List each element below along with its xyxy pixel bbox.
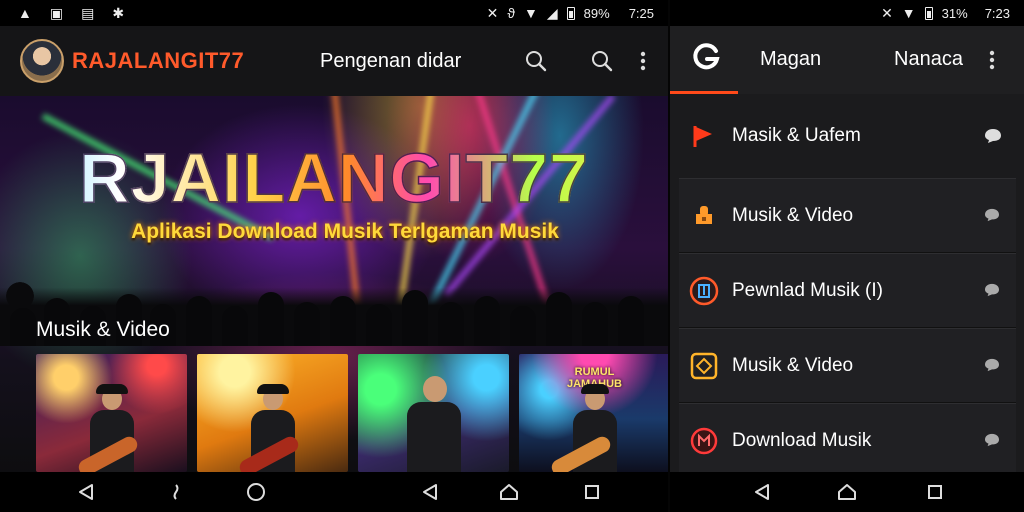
app-bar-title: Pengenan didar (320, 49, 462, 72)
more-vert-icon[interactable] (627, 45, 659, 77)
menu-item-label: Musik & Video (732, 204, 854, 226)
video-thumbnail-row: RUMUL JAMAHUB (36, 354, 668, 472)
video-thumbnail[interactable] (197, 354, 348, 472)
menu-item[interactable]: Musik & Video (679, 328, 1016, 403)
hero-title: RJAILANGIT77 (0, 138, 668, 218)
menu-item[interactable]: Masik & Uafem (670, 94, 1024, 178)
chat-icon[interactable] (984, 433, 1002, 449)
status-clock: 7:25 (628, 5, 654, 21)
battery-icon (566, 6, 575, 20)
tab-magan[interactable]: Magan (760, 48, 821, 71)
battery-icon (924, 6, 933, 20)
section-title: Musik & Video (36, 318, 170, 341)
video-thumbnail[interactable] (36, 354, 187, 472)
search-icon[interactable] (586, 45, 618, 77)
menu-item[interactable]: Download Musik (679, 403, 1016, 478)
back-icon[interactable] (418, 480, 442, 504)
music-circle-icon (689, 426, 719, 456)
menu-item[interactable]: Musik & Video (679, 178, 1016, 253)
audio-icon (689, 201, 719, 231)
battery-percent: 89% (583, 5, 610, 21)
tab-nanaca[interactable]: Nanaca (894, 48, 963, 71)
video-thumbnail[interactable] (358, 354, 509, 472)
chat-icon[interactable] (984, 358, 1002, 374)
back-icon[interactable] (74, 480, 98, 504)
home-icon[interactable] (497, 480, 521, 504)
left-phone-screen: ▲ ▣ ▤ ✱ ✕ ϑ ▼ ◢ 89% 7:25 RAJALANGIT77 Pe… (0, 0, 668, 512)
app-logo-icon[interactable] (692, 42, 722, 72)
mute-icon: ✕ (881, 5, 893, 21)
flag-icon (688, 121, 718, 151)
app-bar: Magan Nanaca (670, 26, 1024, 94)
music-box-icon (689, 351, 719, 381)
mute-icon: ✕ (486, 5, 499, 21)
menu-item-label: Download Musik (732, 429, 872, 451)
menu-item-label: Pewnlad Musik (I) (732, 279, 883, 301)
alert-icon: ▲ (18, 5, 32, 21)
app-bar: RAJALANGIT77 Pengenan didar (0, 26, 668, 96)
download-icon (689, 276, 719, 306)
home-icon[interactable] (244, 480, 268, 504)
right-phone-screen: ✕ ▼ 31% 7:23 Magan Nanaca Masik & Uafem (670, 0, 1024, 512)
overview-icon[interactable] (580, 480, 604, 504)
menu-item-label: Musik & Video (732, 354, 854, 376)
status-bar: ▲ ▣ ▤ ✱ ✕ ϑ ▼ ◢ 89% 7:25 (0, 0, 668, 26)
search-icon[interactable] (520, 45, 552, 77)
menu-item[interactable]: Pewnlad Musik (I) (679, 253, 1016, 328)
nfc-icon: ϑ (507, 5, 516, 21)
avatar[interactable] (20, 39, 64, 83)
video-thumbnail[interactable]: RUMUL JAMAHUB (519, 354, 668, 472)
signal-icon: ◢ (546, 5, 558, 21)
hero-subtitle: Aplikasi Download Musik Terlgaman Musik (131, 220, 559, 243)
gallery-icon: ▤ (81, 5, 95, 21)
more-vert-icon[interactable] (976, 44, 1008, 76)
chat-icon[interactable] (984, 128, 1002, 144)
image-icon: ▣ (49, 5, 64, 21)
brand-name: RAJALANGIT77 (72, 48, 245, 73)
navigation-bar (670, 472, 1024, 512)
chat-icon[interactable] (984, 283, 1002, 299)
menu-list: Masik & Uafem Musik & Video Pewnlad Musi… (670, 94, 1024, 478)
wifi-icon: ▼ (901, 5, 916, 21)
hero-banner[interactable]: RJAILANGIT77 Aplikasi Download Musik Ter… (0, 96, 668, 476)
battery-percent: 31% (941, 5, 968, 21)
navigation-bar (0, 472, 668, 512)
back-icon[interactable] (750, 480, 774, 504)
bluetooth-icon: ✱ (112, 5, 125, 21)
overview-icon[interactable] (923, 480, 947, 504)
home-icon[interactable] (835, 480, 859, 504)
menu-item-label: Masik & Uafem (732, 125, 861, 146)
status-clock: 7:23 (984, 5, 1010, 21)
chat-icon[interactable] (984, 208, 1002, 224)
recents-icon[interactable] (164, 480, 188, 504)
status-bar: ✕ ▼ 31% 7:23 (670, 0, 1024, 26)
wifi-icon: ▼ (524, 5, 538, 21)
